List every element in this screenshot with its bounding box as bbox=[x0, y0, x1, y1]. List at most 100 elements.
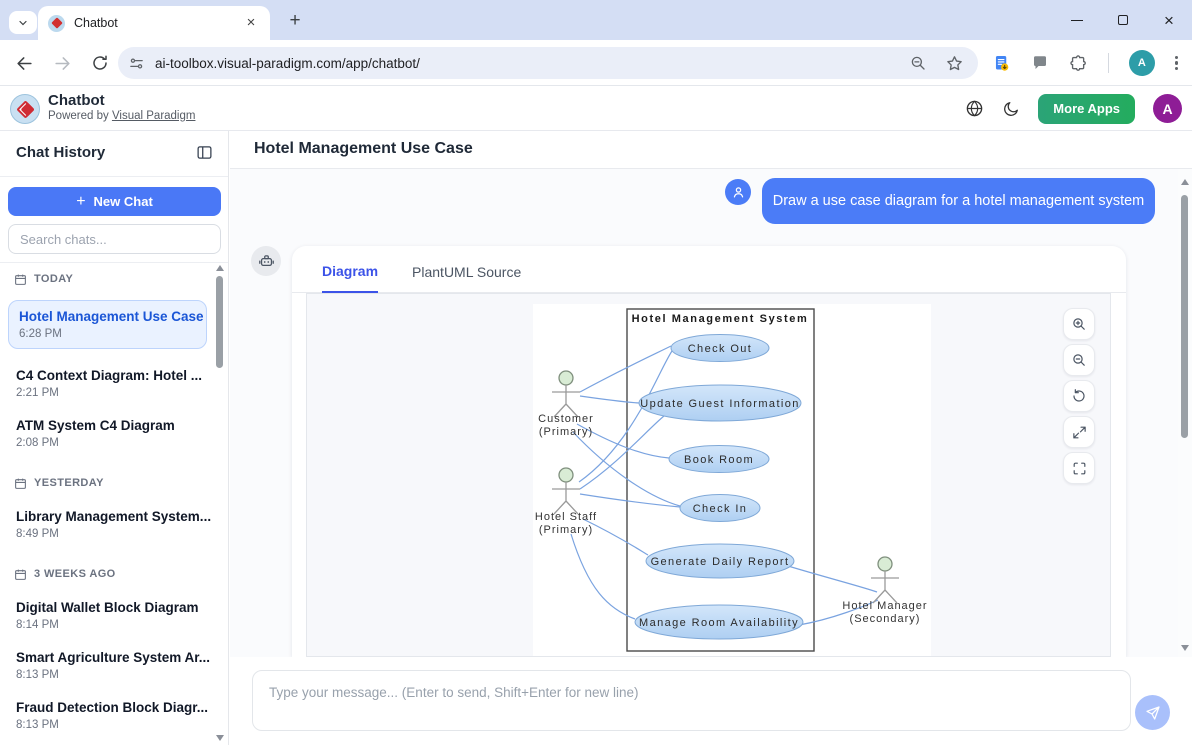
chat-item-hotel-management[interactable]: Hotel Management Use Case 6:28 PM bbox=[8, 300, 207, 349]
section-label: TODAY bbox=[34, 273, 73, 285]
zoom-in-button[interactable] bbox=[1063, 308, 1095, 340]
back-arrow-icon bbox=[15, 54, 34, 73]
sidebar-scrollbar[interactable] bbox=[213, 262, 227, 745]
address-bar[interactable]: ai-toolbox.visual-paradigm.com/app/chatb… bbox=[118, 47, 978, 79]
chat-item-title: C4 Context Diagram: Hotel ... bbox=[16, 368, 209, 383]
tab-diagram[interactable]: Diagram bbox=[322, 263, 378, 293]
close-icon: × bbox=[1164, 12, 1174, 29]
window-close-button[interactable]: × bbox=[1146, 0, 1192, 40]
main-panel: Hotel Management Use Case Draw a use cas… bbox=[230, 131, 1192, 745]
diagram-result-card: Diagram PlantUML Source Hotel Management… bbox=[292, 246, 1126, 657]
chat-item-time: 6:28 PM bbox=[19, 328, 196, 340]
scroll-down-arrow[interactable] bbox=[216, 735, 224, 741]
fullscreen-button[interactable] bbox=[1063, 452, 1095, 484]
usecase-label: Generate Daily Report bbox=[651, 556, 790, 568]
window-maximize-button[interactable] bbox=[1100, 0, 1146, 40]
chat-item-title: Smart Agriculture System Ar... bbox=[16, 650, 209, 665]
actor-staff-role: (Primary) bbox=[539, 524, 593, 536]
collapse-sidebar-button[interactable] bbox=[196, 144, 213, 161]
tab-title: Chatbot bbox=[74, 16, 242, 30]
actor-manager-name: Hotel Manager bbox=[842, 600, 927, 612]
chat-item-title: ATM System C4 Diagram bbox=[16, 418, 209, 433]
chat-item-title: Fraud Detection Block Diagr... bbox=[16, 700, 209, 715]
browser-tab-chatbot[interactable]: Chatbot × bbox=[38, 6, 270, 40]
actor-staff-name: Hotel Staff bbox=[535, 511, 597, 523]
calendar-icon bbox=[14, 568, 27, 581]
calendar-icon bbox=[14, 477, 27, 490]
more-apps-button[interactable]: More Apps bbox=[1038, 94, 1135, 124]
section-3-weeks-ago: 3 WEEKS AGO bbox=[14, 567, 209, 581]
site-settings-icon[interactable] bbox=[128, 55, 145, 72]
connector-staff-manage-rooms bbox=[571, 534, 635, 619]
scrollbar-thumb[interactable] bbox=[1181, 195, 1188, 438]
app-header: Chatbot Powered by Visual Paradigm More … bbox=[0, 86, 1192, 131]
window-minimize-button[interactable] bbox=[1054, 0, 1100, 40]
scroll-up-arrow[interactable] bbox=[1181, 179, 1189, 185]
scrollbar-thumb[interactable] bbox=[216, 276, 223, 368]
chat-item-smart-agriculture[interactable]: Smart Agriculture System Ar... 8:13 PM bbox=[8, 650, 209, 681]
scroll-down-arrow[interactable] bbox=[1181, 645, 1189, 651]
browser-profile-avatar[interactable]: A bbox=[1129, 50, 1155, 76]
chat-item-fraud-detection[interactable]: Fraud Detection Block Diagr... 8:13 PM bbox=[8, 700, 209, 731]
zoom-out-button[interactable] bbox=[1063, 344, 1095, 376]
tab-plantuml-source[interactable]: PlantUML Source bbox=[412, 264, 521, 292]
chat-scrollbar[interactable] bbox=[1178, 169, 1192, 657]
chat-item-time: 8:49 PM bbox=[16, 528, 209, 540]
chat-item-time: 8:13 PM bbox=[16, 719, 209, 731]
actor-hotel-staff bbox=[552, 468, 580, 514]
powered-by: Powered by Visual Paradigm bbox=[48, 110, 195, 122]
calendar-icon bbox=[14, 273, 27, 286]
tab-search-button[interactable] bbox=[9, 11, 37, 34]
search-chats-input[interactable] bbox=[8, 224, 221, 254]
docs-extension-icon[interactable] bbox=[992, 54, 1011, 73]
new-chat-button[interactable]: + New Chat bbox=[8, 187, 221, 216]
scroll-up-arrow[interactable] bbox=[216, 265, 224, 271]
person-icon bbox=[731, 185, 746, 200]
chat-item-atm-c4[interactable]: ATM System C4 Diagram 2:08 PM bbox=[8, 418, 209, 449]
use-case-diagram: Hotel Management System bbox=[533, 304, 931, 657]
app-name: Chatbot bbox=[48, 92, 105, 109]
browser-menu-icon[interactable] bbox=[1175, 56, 1178, 71]
tab-close-icon[interactable]: × bbox=[242, 14, 260, 32]
zoom-indicator-icon[interactable] bbox=[909, 54, 927, 72]
expand-button[interactable] bbox=[1063, 416, 1095, 448]
back-button[interactable] bbox=[8, 47, 40, 79]
reload-button[interactable] bbox=[84, 47, 116, 79]
bookmark-star-icon[interactable] bbox=[945, 54, 964, 73]
visual-paradigm-link[interactable]: Visual Paradigm bbox=[112, 110, 196, 122]
browser-tabstrip: Chatbot × + × bbox=[0, 0, 1192, 40]
chat-item-title: Hotel Management Use Case bbox=[19, 309, 196, 324]
chat-title-bar: Hotel Management Use Case bbox=[230, 131, 1192, 169]
usecase-label: Book Room bbox=[684, 454, 754, 466]
expand-arrows-icon bbox=[1072, 425, 1087, 440]
forward-button[interactable] bbox=[46, 47, 78, 79]
system-title: Hotel Management System bbox=[632, 313, 809, 325]
actor-customer-name: Customer bbox=[538, 413, 594, 425]
section-label: 3 WEEKS AGO bbox=[34, 568, 116, 580]
minimize-icon bbox=[1071, 20, 1083, 21]
diagram-canvas: Hotel Management System bbox=[533, 304, 931, 657]
reset-view-button[interactable] bbox=[1063, 380, 1095, 412]
extensions-puzzle-icon[interactable] bbox=[1069, 54, 1088, 73]
diagram-controls bbox=[1063, 308, 1095, 484]
chat-item-digital-wallet[interactable]: Digital Wallet Block Diagram 8:14 PM bbox=[8, 600, 209, 631]
url-text[interactable]: ai-toolbox.visual-paradigm.com/app/chatb… bbox=[155, 56, 909, 71]
dark-mode-moon-icon[interactable] bbox=[1002, 100, 1020, 118]
diagram-viewport[interactable]: Hotel Management System bbox=[306, 293, 1111, 657]
send-button[interactable] bbox=[1135, 695, 1170, 730]
panel-toggle-icon bbox=[196, 144, 213, 161]
chat-item-library[interactable]: Library Management System... 8:49 PM bbox=[8, 509, 209, 540]
user-account-avatar[interactable]: A bbox=[1153, 94, 1182, 123]
section-today: TODAY bbox=[14, 272, 209, 286]
zoom-out-icon bbox=[1071, 352, 1087, 368]
message-input[interactable] bbox=[252, 670, 1131, 731]
language-globe-icon[interactable] bbox=[965, 99, 984, 118]
new-tab-button[interactable]: + bbox=[282, 8, 308, 34]
chevron-down-icon bbox=[17, 17, 29, 29]
chat-item-time: 8:14 PM bbox=[16, 619, 209, 631]
fullscreen-brackets-icon bbox=[1072, 461, 1087, 476]
chat-item-c4-context[interactable]: C4 Context Diagram: Hotel ... 2:21 PM bbox=[8, 368, 209, 399]
comment-extension-icon[interactable] bbox=[1031, 54, 1049, 72]
browser-toolbar: ai-toolbox.visual-paradigm.com/app/chatb… bbox=[0, 40, 1192, 86]
window-controls: × bbox=[1054, 0, 1192, 40]
